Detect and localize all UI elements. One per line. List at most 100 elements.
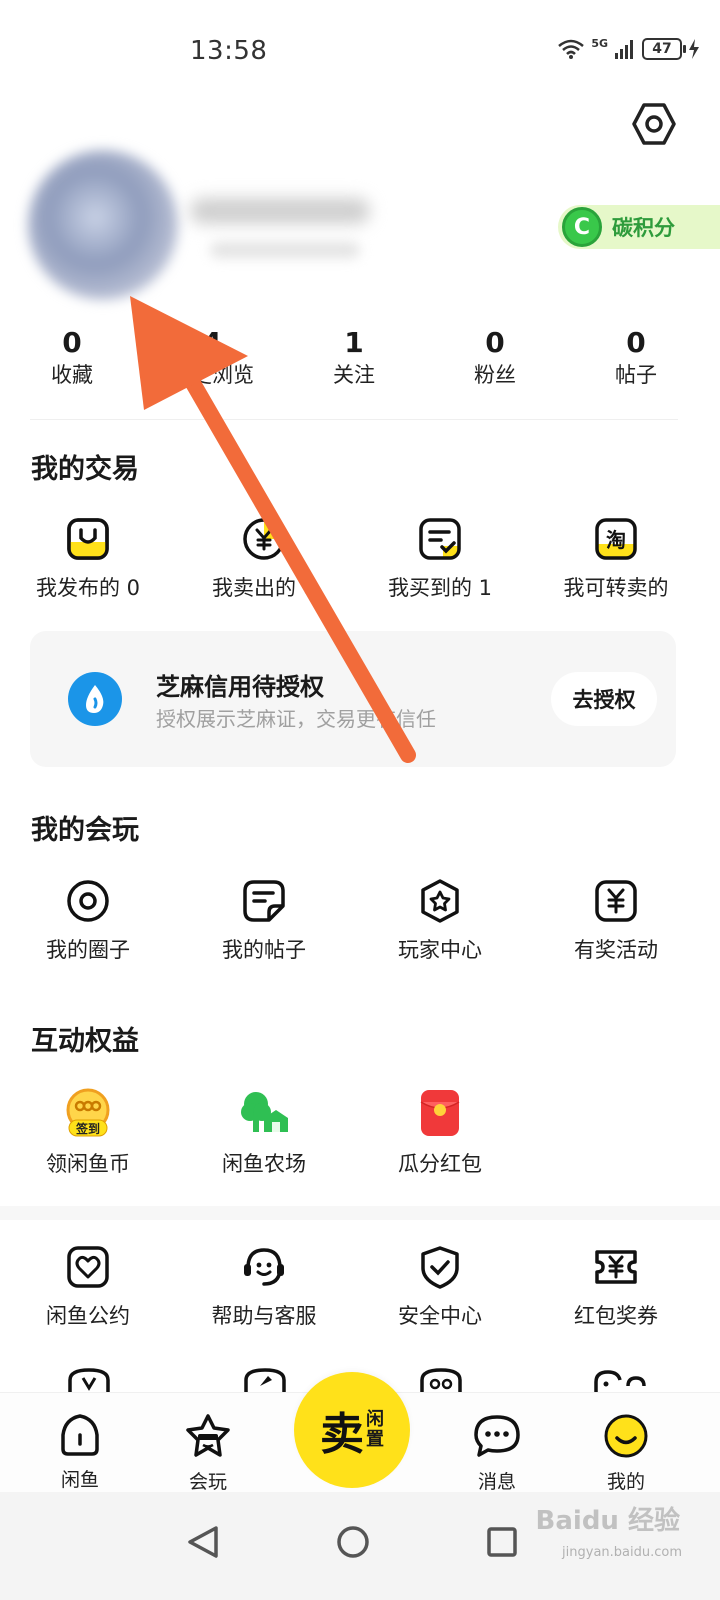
carbon-points-button[interactable]: C 碳积分 (558, 205, 720, 249)
stat-value: 4 (202, 326, 222, 359)
service-item-coupons[interactable]: 红包奖券 (528, 1244, 704, 1330)
trade-item-label: 我卖出的 0 (211, 576, 317, 600)
bag-icon (67, 518, 109, 560)
stat-label: 收藏 (51, 363, 93, 387)
yuan-coin-icon (243, 518, 285, 560)
play-item-label: 我的圈子 (46, 938, 130, 962)
play-grid: 我的圈子 我的帖子 玩家中心 有奖活动 (0, 878, 720, 978)
service-item-security[interactable]: 安全中心 (352, 1244, 528, 1330)
system-recents-button[interactable] (472, 1512, 532, 1572)
home-icon (61, 1414, 99, 1456)
stat-history[interactable]: 4 历史浏览 (142, 326, 282, 390)
benefit-item-coins[interactable]: 签到 领闲鱼币 (0, 1088, 176, 1178)
trade-item-published[interactable]: 我发布的 0 (0, 516, 176, 602)
authorize-button[interactable]: 去授权 (551, 672, 657, 726)
sesame-credit-card[interactable]: 芝麻信用待授权 授权展示芝麻证，交易更有信任 去授权 (30, 631, 676, 767)
back-triangle-icon (188, 1526, 218, 1558)
benefit-item-label: 领闲鱼币 (46, 1152, 130, 1176)
status-time: 13:58 (190, 36, 268, 66)
nav-label: 闲鱼 (60, 1469, 99, 1491)
stat-fans[interactable]: 0 粉丝 (425, 326, 565, 390)
trade-item-sold[interactable]: 我卖出的 0 (176, 516, 352, 602)
service-item-label: 红包奖券 (574, 1304, 658, 1328)
nav-tab-mine[interactable]: 我的 (576, 1413, 676, 1494)
stat-value: 0 (626, 326, 646, 359)
benefits-grid: 签到 领闲鱼币 闲鱼农场 瓜分红包 (0, 1088, 720, 1188)
nav-label: 我的 (606, 1471, 645, 1493)
watermark-text: Baidu 经验 (535, 1506, 680, 1536)
stat-label: 粉丝 (474, 363, 516, 387)
charging-icon (689, 39, 699, 59)
sesame-logo-icon (68, 672, 122, 726)
order-check-icon (419, 518, 461, 560)
play-item-player-center[interactable]: 玩家中心 (352, 878, 528, 964)
service-item-convention[interactable]: 闲鱼公约 (0, 1244, 176, 1330)
nav-label: 消息 (477, 1471, 516, 1493)
play-item-label: 有奖活动 (574, 938, 658, 962)
star-face-icon (186, 1414, 230, 1457)
avatar[interactable] (28, 150, 178, 300)
sesame-title: 芝麻信用待授权 (156, 673, 324, 701)
chat-icon (474, 1415, 520, 1457)
section-title-trade: 我的交易 (31, 454, 139, 485)
play-item-label: 我的帖子 (222, 938, 306, 962)
sesame-subtitle: 授权展示芝麻证，交易更有信任 (156, 707, 436, 731)
watermark-url: jingyan.baidu.com (562, 1545, 682, 1560)
username-blurred[interactable] (190, 198, 370, 224)
service-item-label: 闲鱼公约 (46, 1304, 130, 1328)
service-item-help[interactable]: 帮助与客服 (176, 1244, 352, 1330)
nav-tab-play[interactable]: 会玩 (158, 1413, 258, 1494)
stat-label: 关注 (333, 363, 375, 387)
sell-small-label: 闲 置 (366, 1410, 384, 1450)
trade-item-label: 我发布的 0 (35, 576, 141, 600)
stat-value: 0 (62, 326, 82, 359)
stat-posts[interactable]: 0 帖子 (566, 326, 706, 390)
fish-mascot-icon (420, 1368, 462, 1392)
red-envelope-icon (420, 1090, 460, 1136)
trade-item-bought[interactable]: 我买到的 1 (352, 516, 528, 602)
section-title-benefits: 互动权益 (31, 1026, 139, 1057)
nav-tab-home[interactable]: 闲鱼 (30, 1413, 130, 1492)
stat-favorites[interactable]: 0 收藏 (2, 326, 142, 390)
play-item-circles[interactable]: 我的圈子 (0, 878, 176, 964)
settings-hex-icon (632, 103, 676, 145)
benefit-item-red-packet[interactable]: 瓜分红包 (352, 1088, 528, 1178)
service-item-label: 帮助与客服 (211, 1304, 317, 1328)
system-back-button[interactable] (172, 1512, 232, 1572)
service-item-label: 安全中心 (398, 1304, 482, 1328)
section-title-play: 我的会玩 (31, 815, 139, 846)
play-item-rewards[interactable]: 有奖活动 (528, 878, 704, 964)
system-home-button[interactable] (323, 1512, 383, 1572)
section-separator (0, 1206, 720, 1220)
benefit-item-label: 闲鱼农场 (222, 1152, 306, 1176)
yuan-ticket-icon (595, 880, 637, 922)
stat-value: 1 (344, 326, 364, 359)
sell-small-char-2: 置 (366, 1429, 384, 1450)
nav-tab-messages[interactable]: 消息 (447, 1413, 547, 1494)
vip-icon (68, 1368, 110, 1392)
battery-indicator: 47 (642, 38, 686, 60)
sell-button[interactable]: 卖 闲 置 (294, 1372, 410, 1488)
benefit-item-farm[interactable]: 闲鱼农场 (176, 1088, 352, 1178)
user-subtitle-blurred (210, 242, 360, 258)
settings-button[interactable] (632, 102, 676, 146)
cloud-icon (594, 1370, 646, 1392)
carbon-points-label: 碳积分 (612, 216, 675, 240)
taobao-icon: 淘 (595, 518, 637, 560)
network-type: 5G (591, 36, 608, 50)
play-item-label: 玩家中心 (398, 938, 482, 962)
smiley-icon (604, 1414, 648, 1458)
home-circle-icon (337, 1526, 369, 1558)
wifi-icon (558, 39, 585, 59)
play-item-posts[interactable]: 我的帖子 (176, 878, 352, 964)
status-icons: 5G 47 (557, 36, 700, 60)
stat-following[interactable]: 1 关注 (284, 326, 424, 390)
trade-item-label: 我买到的 1 (387, 576, 493, 600)
trade-item-resell[interactable]: 淘 我可转卖的 (528, 516, 704, 602)
trade-item-label: 我可转卖的 (563, 576, 669, 600)
heart-doc-icon (67, 1246, 109, 1288)
signal-icon (615, 40, 633, 59)
pin-icon (244, 1368, 286, 1392)
nav-label: 会玩 (188, 1471, 227, 1493)
checkin-coin-icon: 签到 (66, 1088, 110, 1137)
